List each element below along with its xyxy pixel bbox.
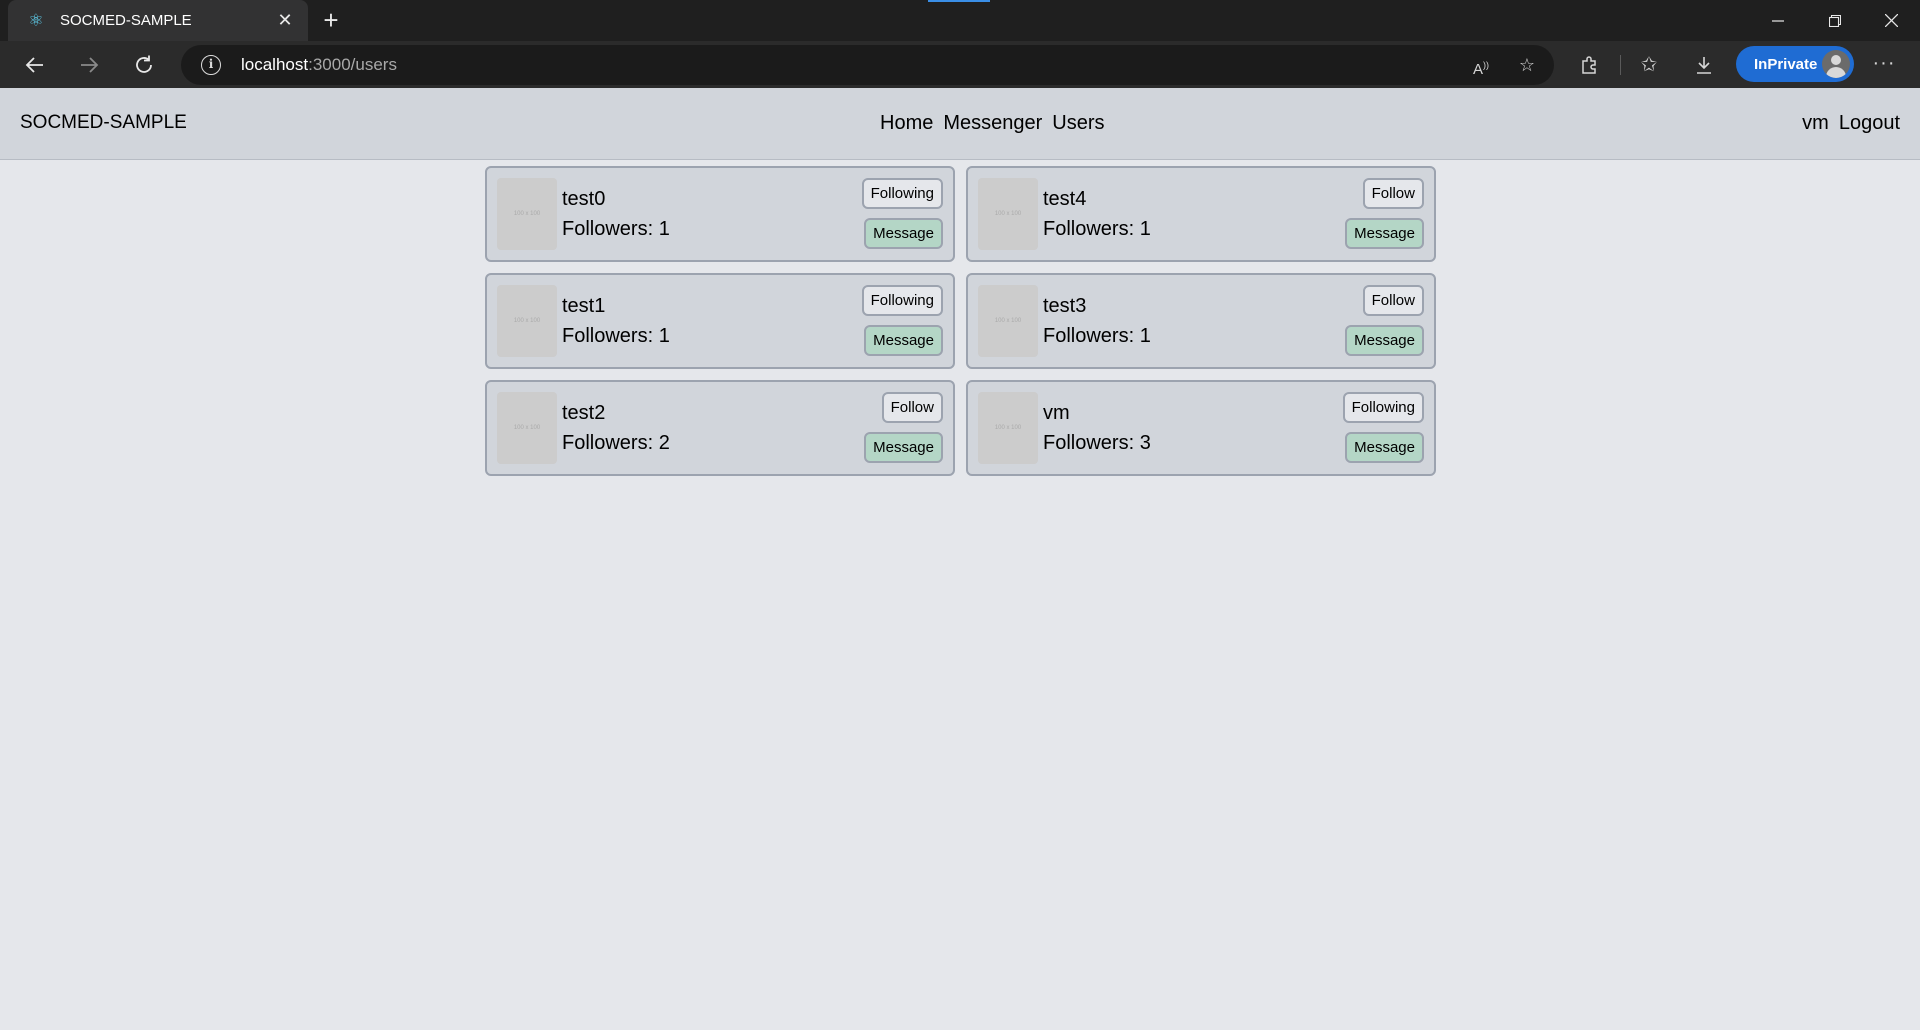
followers-count: Followers: 1 (1043, 218, 1151, 240)
user-card: 100 x 100 test4 Followers: 1 Follow Mess… (966, 166, 1436, 262)
extensions-icon[interactable] (1574, 50, 1604, 80)
user-avatar: 100 x 100 (978, 178, 1038, 250)
address-bar[interactable]: i localhost:3000/users A)) ☆ (181, 45, 1554, 85)
inprivate-label: InPrivate (1754, 55, 1818, 73)
follow-button[interactable]: Following (1342, 392, 1424, 423)
url-path: :3000/users (308, 55, 397, 74)
user-avatar: 100 x 100 (497, 285, 557, 357)
read-aloud-icon[interactable]: A)) (1468, 52, 1494, 78)
follow-button[interactable]: Following (861, 178, 943, 209)
new-tab-button[interactable]: + (316, 6, 346, 36)
inprivate-button[interactable]: InPrivate (1736, 46, 1854, 82)
main-nav: Home Messenger Users (880, 112, 1105, 135)
url-text[interactable]: localhost:3000/users (241, 55, 397, 75)
browser-tab[interactable]: ⚛ SOCMED-SAMPLE ✕ (8, 0, 308, 41)
drag-indicator (928, 0, 990, 2)
user-name: test0 (562, 188, 606, 210)
react-atom-icon: ⚛ (28, 10, 44, 30)
toolbar-divider (1620, 55, 1621, 75)
message-button[interactable]: Message (864, 325, 943, 356)
message-button[interactable]: Message (1345, 432, 1424, 463)
brand-logo-text[interactable]: SOCMED-SAMPLE (20, 112, 187, 134)
follow-button[interactable]: Following (861, 285, 943, 316)
follow-button[interactable]: Follow (1362, 178, 1424, 209)
user-card: 100 x 100 test0 Followers: 1 Following M… (485, 166, 955, 262)
message-button[interactable]: Message (1345, 218, 1424, 249)
nav-link-users[interactable]: Users (1052, 112, 1104, 135)
message-button[interactable]: Message (864, 218, 943, 249)
user-avatar: 100 x 100 (497, 178, 557, 250)
users-grid: 100 x 100 test0 Followers: 1 Following M… (485, 166, 1436, 476)
current-user-link[interactable]: vm (1802, 112, 1829, 135)
user-name: test3 (1043, 295, 1087, 317)
nav-link-home[interactable]: Home (880, 112, 933, 135)
user-card: 100 x 100 vm Followers: 3 Following Mess… (966, 380, 1436, 476)
logout-link[interactable]: Logout (1839, 112, 1900, 135)
refresh-icon[interactable] (127, 48, 161, 82)
followers-count: Followers: 2 (562, 432, 670, 454)
user-avatar: 100 x 100 (497, 392, 557, 464)
more-options-icon[interactable]: ··· (1869, 50, 1899, 80)
followers-count: Followers: 1 (562, 325, 670, 347)
message-button[interactable]: Message (1345, 325, 1424, 356)
browser-titlebar: ⚛ SOCMED-SAMPLE ✕ + (0, 0, 1920, 41)
followers-count: Followers: 3 (1043, 432, 1151, 454)
favorites-icon[interactable]: ✩ (1634, 50, 1664, 80)
add-favorite-icon[interactable]: ☆ (1514, 52, 1540, 78)
follow-button[interactable]: Follow (881, 392, 943, 423)
message-button[interactable]: Message (864, 432, 943, 463)
user-avatar: 100 x 100 (978, 285, 1038, 357)
followers-count: Followers: 1 (562, 218, 670, 240)
app-navbar: SOCMED-SAMPLE Home Messenger Users vm Lo… (0, 88, 1920, 160)
followers-count: Followers: 1 (1043, 325, 1151, 347)
close-tab-icon[interactable]: ✕ (274, 10, 296, 31)
tab-title: SOCMED-SAMPLE (60, 12, 192, 29)
user-avatar: 100 x 100 (978, 392, 1038, 464)
url-host: localhost (241, 55, 309, 74)
nav-link-messenger[interactable]: Messenger (943, 112, 1042, 135)
minimize-icon[interactable] (1749, 0, 1806, 41)
back-arrow-icon[interactable] (18, 48, 52, 82)
close-window-icon[interactable] (1863, 0, 1920, 41)
user-name: test1 (562, 295, 606, 317)
site-info-icon[interactable]: i (201, 55, 221, 75)
user-card: 100 x 100 test1 Followers: 1 Following M… (485, 273, 955, 369)
user-nav: vm Logout (1802, 112, 1900, 135)
browser-toolbar: i localhost:3000/users A)) ☆ ✩ InPrivate… (0, 41, 1920, 88)
profile-avatar-icon (1822, 50, 1850, 78)
user-name: test4 (1043, 188, 1087, 210)
user-card: 100 x 100 test3 Followers: 1 Follow Mess… (966, 273, 1436, 369)
follow-button[interactable]: Follow (1362, 285, 1424, 316)
restore-icon[interactable] (1806, 0, 1863, 41)
downloads-icon[interactable] (1689, 50, 1719, 80)
user-name: vm (1043, 402, 1070, 424)
window-controls (1749, 0, 1920, 41)
forward-arrow-icon[interactable] (72, 48, 106, 82)
user-name: test2 (562, 402, 606, 424)
user-card: 100 x 100 test2 Followers: 2 Follow Mess… (485, 380, 955, 476)
